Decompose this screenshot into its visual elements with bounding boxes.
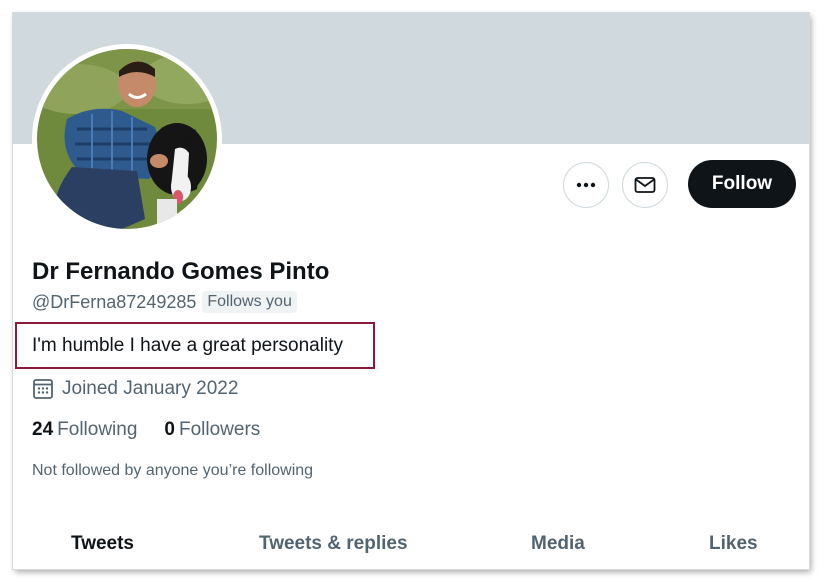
joined-date-row: Joined January 2022 — [32, 378, 238, 400]
follow-button[interactable]: Follow — [688, 160, 796, 208]
not-followed-note: Not followed by anyone you’re following — [32, 462, 314, 479]
tab-tweets-and-replies[interactable]: Tweets & replies — [259, 533, 408, 555]
following-count: 24 — [32, 419, 54, 440]
message-button[interactable] — [622, 162, 668, 208]
display-name: Dr Fernando Gomes Pinto — [32, 258, 330, 285]
more-horizontal-icon — [576, 182, 596, 188]
avatar[interactable] — [37, 49, 217, 229]
more-options-button[interactable] — [563, 162, 609, 208]
followers-stat[interactable]: 0 Followers — [164, 419, 260, 441]
followers-count: 0 — [164, 419, 175, 440]
follows-you-badge: Follows you — [202, 291, 297, 313]
followers-label: Followers — [178, 419, 261, 440]
joined-date: Joined January 2022 — [62, 378, 239, 399]
avatar-photo — [37, 49, 217, 229]
handle-row: @DrFerna87249285 Follows you — [32, 291, 297, 313]
tab-tweets[interactable]: Tweets — [71, 533, 134, 555]
envelope-icon — [634, 177, 656, 193]
profile-bio: I'm humble I have a great personality — [32, 335, 343, 356]
calendar-icon — [33, 379, 53, 399]
profile-card: Follow Dr Fernando Gomes Pinto @DrFerna8… — [13, 13, 809, 569]
following-stat[interactable]: 24 Following — [32, 419, 137, 441]
user-handle: @DrFerna87249285 — [32, 291, 197, 312]
avatar-ring — [32, 44, 222, 234]
tab-media[interactable]: Media — [531, 533, 585, 555]
follow-stats: 24 Following 0 Followers — [32, 419, 287, 441]
profile-tabs: Tweets Tweets & replies Media Likes — [13, 523, 809, 569]
tab-likes[interactable]: Likes — [709, 533, 758, 555]
following-label: Following — [57, 419, 138, 440]
